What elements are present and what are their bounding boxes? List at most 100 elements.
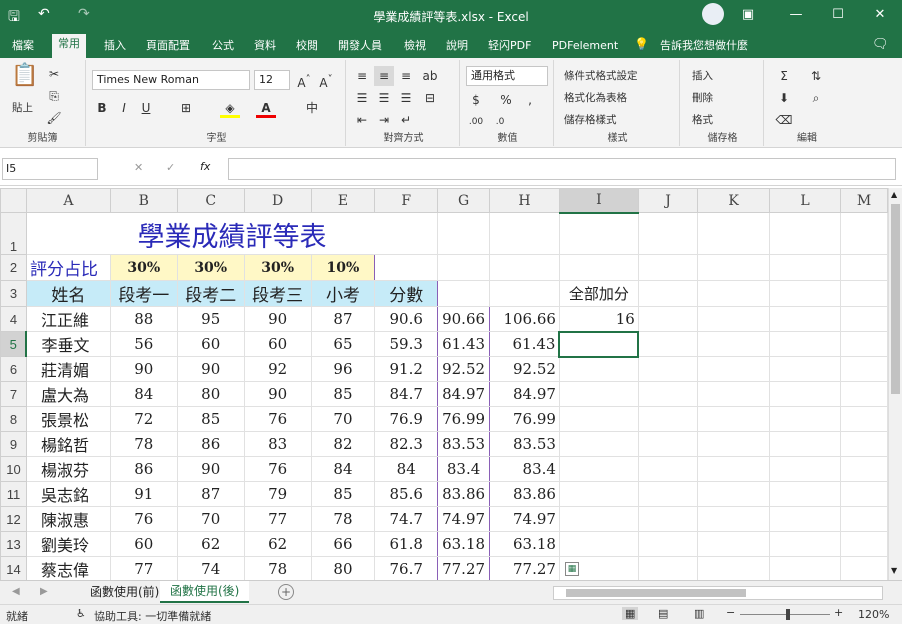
close-button[interactable]: ✕ — [858, 0, 902, 30]
col-header[interactable]: I — [558, 188, 639, 214]
tab-data[interactable]: 資料 — [248, 36, 282, 58]
currency-icon[interactable]: $ — [466, 90, 486, 110]
row-header[interactable]: 11 — [0, 481, 27, 507]
score-cell[interactable]: 80 — [176, 381, 245, 407]
score-cell[interactable]: 60 — [243, 331, 312, 357]
phonetic-icon[interactable]: 中 — [302, 98, 322, 118]
cell[interactable] — [697, 356, 770, 382]
score-cell[interactable]: 76.9 — [374, 406, 439, 432]
find-select-icon[interactable]: ⌕ — [806, 88, 826, 108]
col-header[interactable]: E — [310, 188, 376, 213]
cell[interactable] — [558, 506, 639, 532]
cell[interactable] — [637, 481, 699, 507]
page-break-view-icon[interactable]: ▥ — [694, 607, 704, 620]
cell[interactable] — [558, 381, 639, 407]
cell[interactable] — [558, 431, 639, 457]
sheet-tab-after[interactable]: 函數使用(後) — [160, 581, 250, 603]
zoom-slider[interactable] — [740, 614, 830, 615]
row-header[interactable]: 4 — [0, 306, 27, 332]
sheet-tab-before[interactable]: 函數使用(前) — [80, 583, 169, 603]
cell[interactable] — [697, 331, 770, 357]
score-cell[interactable]: 65 — [310, 331, 376, 357]
row-header[interactable]: 5 — [0, 331, 28, 357]
row-header[interactable]: 2 — [0, 254, 27, 281]
cell[interactable] — [840, 254, 888, 281]
cell[interactable] — [558, 254, 639, 281]
cell[interactable] — [840, 506, 888, 532]
row-header[interactable]: 6 — [0, 356, 27, 382]
col-header[interactable]: B — [109, 188, 178, 213]
weighted-score-cell[interactable]: 63.18 — [437, 531, 491, 557]
orientation-icon[interactable]: ab — [420, 66, 440, 86]
score-cell[interactable]: 85 — [176, 406, 245, 432]
format-cells-button[interactable]: 格式 — [692, 112, 713, 127]
cell[interactable] — [637, 531, 699, 557]
number-format-select[interactable]: 通用格式 — [466, 66, 548, 86]
cell[interactable] — [768, 356, 842, 382]
cell[interactable] — [840, 556, 888, 580]
sort-filter-icon[interactable]: ⇅ — [806, 66, 826, 86]
cell[interactable] — [768, 406, 842, 432]
weighted-score-cell[interactable]: 83.4 — [437, 456, 491, 482]
cell[interactable] — [637, 431, 699, 457]
scroll-up-icon[interactable]: ▲ — [891, 190, 897, 199]
font-name-select[interactable]: Times New Roman — [92, 70, 250, 90]
cell[interactable] — [637, 212, 699, 255]
align-bottom-icon[interactable]: ≡ — [396, 66, 416, 86]
zoom-out-icon[interactable]: − — [726, 606, 735, 619]
final-score-cell[interactable]: 61.43 — [489, 331, 560, 357]
underline-icon[interactable]: U — [136, 98, 156, 118]
format-painter-icon[interactable]: 🖌 — [44, 108, 64, 128]
score-cell[interactable]: 86 — [176, 431, 245, 457]
format-as-table-button[interactable]: 格式化為表格 — [564, 90, 627, 105]
row-header[interactable]: 12 — [0, 506, 27, 532]
score-cell[interactable]: 76 — [243, 456, 312, 482]
score-cell[interactable]: 84 — [374, 456, 439, 482]
cell[interactable] — [840, 306, 888, 332]
autosum-icon[interactable]: Σ — [774, 66, 794, 86]
zoom-in-icon[interactable]: + — [834, 606, 843, 619]
col-header[interactable]: F — [374, 188, 439, 213]
cell[interactable] — [840, 331, 888, 357]
avatar[interactable] — [702, 3, 724, 25]
ratio-cell[interactable]: 30% — [176, 254, 245, 281]
cell[interactable] — [840, 356, 888, 382]
accessibility-status[interactable]: 協助工具: 一切準備就緒 — [94, 608, 211, 624]
weighted-score-cell[interactable]: 76.99 — [437, 406, 491, 432]
score-cell[interactable]: 90 — [176, 456, 245, 482]
cell[interactable] — [768, 506, 842, 532]
zoom-slider-thumb[interactable] — [786, 609, 790, 620]
paste-button[interactable]: 貼上 — [12, 100, 33, 115]
score-cell[interactable]: 59.3 — [374, 331, 439, 357]
score-cell[interactable]: 66 — [310, 531, 376, 557]
cell[interactable] — [768, 381, 842, 407]
name-cell[interactable]: 劉美玲 — [25, 531, 111, 557]
cell[interactable] — [768, 431, 842, 457]
sheet-grid[interactable]: A B C D E F G H I J K L M 1 學業成績評等表 2 評分… — [0, 188, 888, 580]
name-cell[interactable]: 楊銘哲 — [25, 431, 111, 457]
italic-icon[interactable]: I — [114, 98, 134, 118]
cell[interactable] — [768, 481, 842, 507]
cell[interactable] — [637, 331, 699, 357]
cell[interactable] — [697, 431, 770, 457]
cell[interactable] — [637, 556, 699, 580]
quick-analysis-icon[interactable]: ▦ — [565, 562, 579, 576]
cell[interactable] — [637, 506, 699, 532]
wrap-text-icon[interactable]: ↵ — [396, 110, 416, 130]
ratio-cell[interactable]: 30% — [109, 254, 178, 281]
score-cell[interactable]: 78 — [243, 556, 312, 580]
score-cell[interactable]: 56 — [109, 331, 178, 357]
cell[interactable] — [637, 381, 699, 407]
score-cell[interactable]: 95 — [176, 306, 245, 332]
ratio-label-cell[interactable]: 評分占比 — [25, 254, 111, 281]
score-cell[interactable]: 90 — [176, 356, 245, 382]
cell[interactable] — [768, 306, 842, 332]
cell[interactable] — [768, 456, 842, 482]
score-cell[interactable]: 80 — [310, 556, 376, 580]
vertical-scrollbar[interactable]: ▲ ▼ — [888, 188, 902, 580]
name-cell[interactable]: 盧大為 — [25, 381, 111, 407]
copy-icon[interactable]: ⎘ — [44, 86, 64, 106]
row-header[interactable]: 3 — [0, 280, 27, 307]
prev-sheet-icon[interactable]: ◀ — [12, 586, 20, 597]
weighted-score-cell[interactable]: 77.27 — [437, 556, 491, 580]
